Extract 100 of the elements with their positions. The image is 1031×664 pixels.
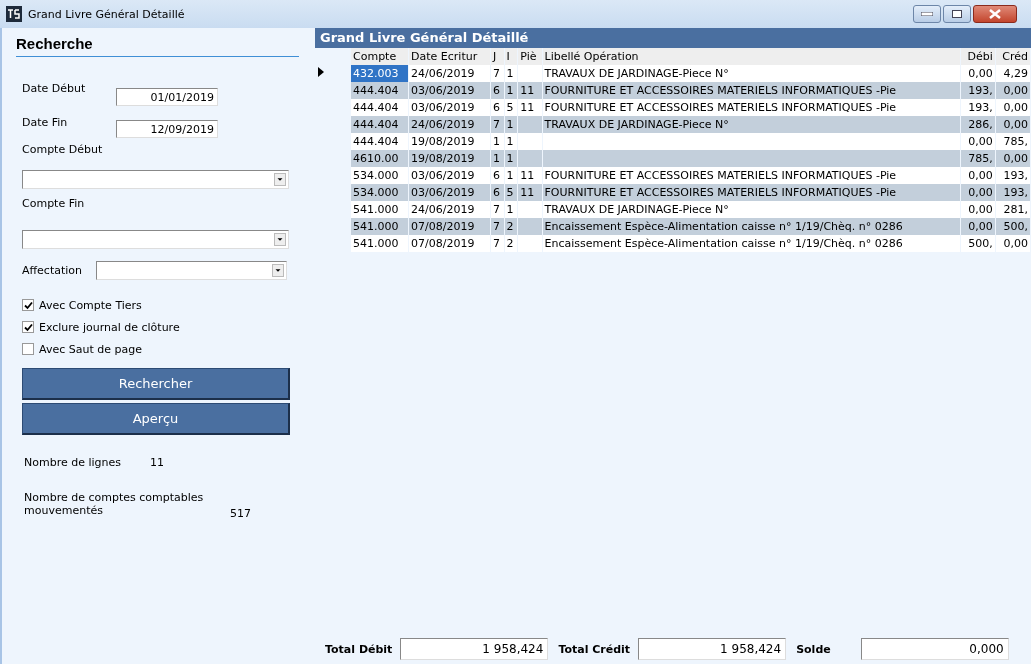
field-label: Date Fin [22, 116, 69, 129]
column-header[interactable]: Piè [518, 48, 542, 65]
table-cell: 444.404 [351, 133, 409, 150]
table-cell: 2 [504, 235, 518, 252]
checkbox[interactable] [22, 343, 34, 355]
column-header[interactable]: Libellé Opération [542, 48, 960, 65]
table-cell: 444.404 [351, 116, 409, 133]
stat-label: Nombre de comptes comptables mouvementés [24, 491, 205, 517]
dropdown-field[interactable] [22, 170, 289, 189]
table-cell: 07/08/2019 [409, 218, 490, 235]
checkbox-label: Exclure journal de clôture [39, 320, 180, 334]
total-field: 1 958,424 [400, 638, 549, 660]
date-field[interactable]: 01/01/2019 [116, 88, 218, 106]
table-cell: 5 [504, 184, 518, 201]
table-cell: 19/08/2019 [409, 150, 490, 167]
table-cell: 6 [490, 184, 504, 201]
table-cell: 7 [490, 235, 504, 252]
table-cell: 534.000 [351, 184, 409, 201]
table-cell: 07/08/2019 [409, 235, 490, 252]
table-cell: 7 [490, 65, 504, 82]
table-cell: 432.003 [351, 65, 409, 82]
grid-title: Grand Livre Général Détaillé [315, 28, 1031, 48]
table-cell: 444.404 [351, 99, 409, 116]
table-cell: 785, [961, 150, 995, 167]
field-label: Affectation [22, 264, 84, 277]
table-cell: 7 [490, 201, 504, 218]
minimize-icon [921, 12, 933, 16]
table-cell: 0,00 [995, 82, 1030, 99]
column-header[interactable]: Créd [995, 48, 1030, 65]
table-cell: 5 [504, 99, 518, 116]
table-cell [518, 133, 542, 150]
table-cell: Encaissement Espèce-Alimentation caisse n° 1/19/Chèq. n° 0286 [542, 235, 960, 252]
table-cell: 500, [995, 218, 1030, 235]
table-cell: 24/06/2019 [409, 116, 490, 133]
table-cell: 785, [995, 133, 1030, 150]
table-cell: 0,00 [961, 167, 995, 184]
table-cell: 11 [518, 82, 542, 99]
table-cell: FOURNITURE ET ACCESSOIRES MATERIELS INFORMATIQUES -Pie [542, 82, 960, 99]
total-field: 0,000 [860, 638, 1009, 660]
table-cell: 11 [518, 184, 542, 201]
table-cell: 7 [490, 218, 504, 235]
table-cell: 03/06/2019 [409, 82, 490, 99]
total-label: Total Crédit [558, 642, 631, 656]
table-cell: 1 [504, 65, 518, 82]
table-cell: 0,00 [961, 201, 995, 218]
table-cell: 1 [504, 133, 518, 150]
column-header[interactable]: Date Ecritur [409, 48, 490, 65]
table-cell: 0,00 [995, 99, 1030, 116]
checkbox[interactable] [22, 321, 34, 333]
close-icon [989, 9, 1001, 19]
date-field[interactable]: 12/09/2019 [116, 120, 218, 138]
column-header[interactable]: I [504, 48, 518, 65]
table-cell: 541.000 [351, 218, 409, 235]
table-cell: TRAVAUX DE JARDINAGE-Piece N° [542, 201, 960, 218]
table-cell: TRAVAUX DE JARDINAGE-Piece N° [542, 65, 960, 82]
field-label: Date Début [22, 82, 87, 95]
table-cell: 500, [961, 235, 995, 252]
table-cell: 286, [961, 116, 995, 133]
table-cell: 6 [490, 99, 504, 116]
table-cell: 193, [961, 82, 995, 99]
table-cell: 03/06/2019 [409, 99, 490, 116]
table-cell: 6 [490, 167, 504, 184]
total-field: 1 958,424 [638, 638, 787, 660]
table-cell: 11 [518, 167, 542, 184]
table-cell: 0,00 [995, 116, 1030, 133]
table-cell: 0,00 [995, 235, 1030, 252]
table-cell: 1 [490, 150, 504, 167]
column-header[interactable]: J [490, 48, 504, 65]
stat-value: 11 [150, 456, 164, 469]
checkbox[interactable] [22, 299, 34, 311]
dropdown-field[interactable] [96, 261, 287, 280]
checkbox-label: Avec Compte Tiers [39, 298, 142, 312]
table-cell: 24/06/2019 [409, 65, 490, 82]
table-cell: 1 [504, 116, 518, 133]
table-cell: 11 [518, 99, 542, 116]
total-label: Total Débit [325, 642, 393, 656]
action-button[interactable]: Rechercher [22, 368, 290, 400]
column-header[interactable]: Compte [351, 48, 409, 65]
close-button[interactable] [973, 5, 1017, 23]
table-cell [518, 150, 542, 167]
table-cell: 444.404 [351, 82, 409, 99]
maximize-icon [952, 10, 962, 18]
column-header[interactable]: Débi [961, 48, 995, 65]
table-cell: 1 [504, 82, 518, 99]
action-button[interactable]: Aperçu [22, 403, 290, 435]
table-cell [518, 65, 542, 82]
maximize-button[interactable] [943, 5, 971, 23]
table-cell: FOURNITURE ET ACCESSOIRES MATERIELS INFORMATIQUES -Pie [542, 184, 960, 201]
table-cell: 4610.00 [351, 150, 409, 167]
minimize-button[interactable] [913, 5, 941, 23]
table-cell: 193, [995, 184, 1030, 201]
dropdown-field[interactable] [22, 230, 289, 249]
table-cell [518, 201, 542, 218]
caret-icon [272, 264, 284, 277]
panel-title: Recherche [16, 35, 299, 57]
total-label: Solde [796, 642, 831, 656]
table-cell: 541.000 [351, 235, 409, 252]
current-row-icon [318, 67, 324, 77]
stat-value: 517 [230, 507, 251, 520]
table-cell: 1 [504, 201, 518, 218]
